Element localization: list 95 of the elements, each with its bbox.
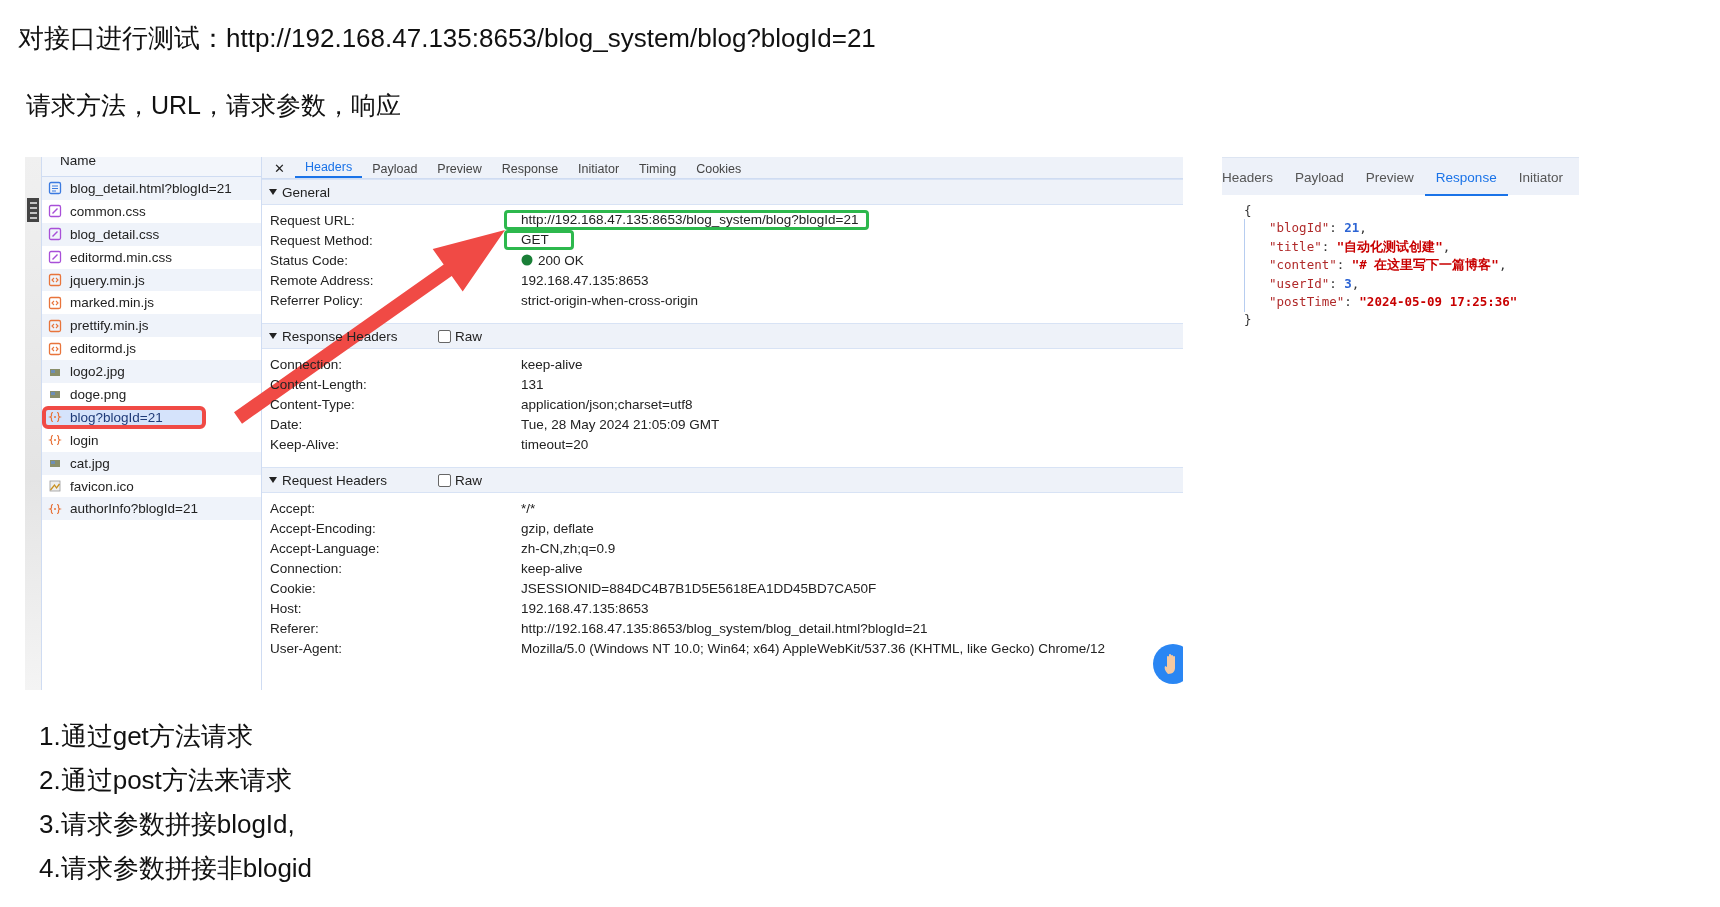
tab[interactable]: Response bbox=[491, 160, 569, 178]
request-row[interactable]: logo2.jpg bbox=[42, 360, 261, 383]
list-item: 1.通过get方法请求 bbox=[39, 720, 254, 753]
tab[interactable]: Initiator bbox=[1507, 159, 1574, 196]
header-value: Tue, 28 May 2024 21:05:09 GMT bbox=[521, 415, 720, 433]
tab[interactable]: Preview bbox=[427, 160, 492, 178]
triangle-icon bbox=[268, 475, 278, 485]
request-row[interactable]: favicon.ico bbox=[42, 474, 261, 498]
bars-icon bbox=[26, 197, 40, 223]
header-name: Host: bbox=[269, 600, 303, 616]
header-value: */* bbox=[521, 499, 536, 517]
section-toggle[interactable]: General bbox=[268, 184, 438, 200]
header-value: application/json;charset=utf8 bbox=[521, 395, 693, 413]
header-value: GET bbox=[504, 230, 574, 250]
stylesheet-icon bbox=[48, 227, 62, 242]
braces-icon bbox=[48, 501, 62, 516]
list-item: 2.通过post方法来请求 bbox=[39, 764, 293, 797]
request-row[interactable]: common.css bbox=[42, 199, 261, 223]
header-value: strict-origin-when-cross-origin bbox=[521, 291, 699, 309]
json-brace: { bbox=[1244, 203, 1253, 219]
header-name: Keep-Alive: bbox=[269, 436, 341, 452]
request-row[interactable]: blog_detail.css bbox=[42, 222, 261, 246]
heading: 对接口进行测试：http://192.168.47.135:8653/blog_system/blog?blogId=21 bbox=[18, 22, 876, 55]
json-line: "postTime": "2024-05-09 17:25:36" bbox=[1269, 293, 1519, 311]
raw-checkbox[interactable]: Raw bbox=[438, 472, 482, 488]
header-value: Mozilla/5.0 (Windows NT 10.0; Win64; x64) AppleWebKit/537.36 (KHTML, like Gecko) Chrome/12 bbox=[521, 639, 1105, 657]
json-line: "blogId": 21, bbox=[1269, 219, 1368, 237]
tab[interactable]: Payload bbox=[362, 160, 428, 178]
request-row[interactable]: marked.min.js bbox=[42, 291, 261, 315]
json-line: "content": "# 在这里写下一篇博客", bbox=[1269, 256, 1508, 274]
braces-icon bbox=[48, 410, 62, 425]
triangle-icon bbox=[268, 331, 278, 341]
json-line: "title": "自动化测试创建", bbox=[1269, 237, 1452, 256]
request-row[interactable]: prettify.min.js bbox=[42, 314, 261, 338]
header-value: 192.168.47.135:8653 bbox=[521, 599, 649, 617]
image-icon bbox=[48, 479, 62, 493]
script-icon bbox=[48, 341, 62, 356]
header-value: zh-CN,zh;q=0.9 bbox=[521, 539, 616, 557]
document-icon bbox=[48, 181, 62, 196]
request-row[interactable]: blog?blogId=21 bbox=[42, 405, 206, 429]
header-value: keep-alive bbox=[521, 355, 583, 373]
braces-icon bbox=[48, 433, 62, 448]
section-toggle[interactable]: Request Headers bbox=[268, 472, 438, 488]
header-name: User-Agent: bbox=[269, 640, 344, 656]
tab[interactable]: Preview bbox=[1354, 159, 1425, 196]
script-icon bbox=[48, 273, 62, 287]
request-row[interactable]: cat.jpg bbox=[42, 451, 261, 475]
request-row[interactable]: jquery.min.js bbox=[42, 268, 261, 292]
request-row[interactable]: authorInfo?blogId=21 bbox=[42, 497, 261, 521]
list-item: 3.请求参数拼接blogId, bbox=[39, 808, 296, 841]
tab[interactable]: Headers bbox=[1222, 159, 1285, 196]
header-name: Request Method: bbox=[269, 232, 374, 248]
script-icon bbox=[48, 318, 62, 333]
header-name: Date: bbox=[269, 416, 304, 432]
request-row[interactable]: doge.png bbox=[42, 383, 261, 406]
stylesheet-icon bbox=[48, 204, 62, 219]
tab[interactable]: Timing bbox=[629, 160, 687, 178]
tab[interactable]: Response bbox=[1424, 159, 1508, 196]
request-row[interactable]: editormd.min.css bbox=[42, 245, 261, 269]
tab[interactable]: Cookies bbox=[686, 160, 752, 178]
header-value: 131 bbox=[521, 375, 544, 393]
raw-checkbox[interactable]: Raw bbox=[438, 328, 482, 344]
header-name: Connection: bbox=[269, 560, 344, 576]
header-name: Cookie: bbox=[269, 580, 317, 596]
tab[interactable]: Initiator bbox=[568, 160, 630, 178]
header-value: JSESSIONID=884DC4B7B1D5E5618EA1DD45BD7CA50F bbox=[521, 579, 877, 597]
stylesheet-icon bbox=[48, 250, 62, 265]
request-row[interactable]: blog_detail.html?blogId=21 bbox=[42, 177, 261, 200]
header-name: Status Code: bbox=[269, 252, 350, 268]
header-name: Referrer Policy: bbox=[269, 292, 365, 308]
close-button[interactable]: ✕ bbox=[274, 160, 295, 178]
header-name: Accept-Language: bbox=[269, 540, 381, 556]
header-value: keep-alive bbox=[521, 559, 583, 577]
header-name: Request URL: bbox=[269, 212, 356, 228]
header-value: timeout=20 bbox=[521, 435, 589, 453]
header-name: Remote Address: bbox=[269, 272, 375, 288]
header-value: 192.168.47.135:8653 bbox=[521, 271, 649, 289]
tab[interactable]: Payload bbox=[1284, 159, 1355, 196]
json-brace: } bbox=[1244, 311, 1253, 328]
script-icon bbox=[48, 295, 62, 310]
triangle-icon bbox=[268, 187, 278, 197]
header-name: Content-Type: bbox=[269, 396, 356, 412]
hand-icon bbox=[1153, 644, 1183, 684]
header-value: gzip, deflate bbox=[521, 519, 594, 537]
json-line: "userId": 3, bbox=[1269, 274, 1361, 293]
list-item: 4.请求参数拼接非blogid bbox=[39, 852, 313, 885]
header-value: http://192.168.47.135:8653/blog_system/blog?blogId=21 bbox=[504, 210, 870, 230]
header-name: Referer: bbox=[269, 620, 320, 636]
subheading: 请求方法，URL，请求参数，响应 bbox=[26, 90, 401, 121]
request-row[interactable]: editormd.js bbox=[42, 337, 261, 361]
header-value: http://192.168.47.135:8653/blog_system/blog_detail.html?blogId=21 bbox=[521, 619, 928, 637]
header-value: 200 OK bbox=[538, 251, 584, 269]
header-name: Accept: bbox=[269, 500, 317, 516]
header-name: Accept-Encoding: bbox=[269, 520, 377, 536]
request-row[interactable]: login bbox=[42, 428, 261, 452]
